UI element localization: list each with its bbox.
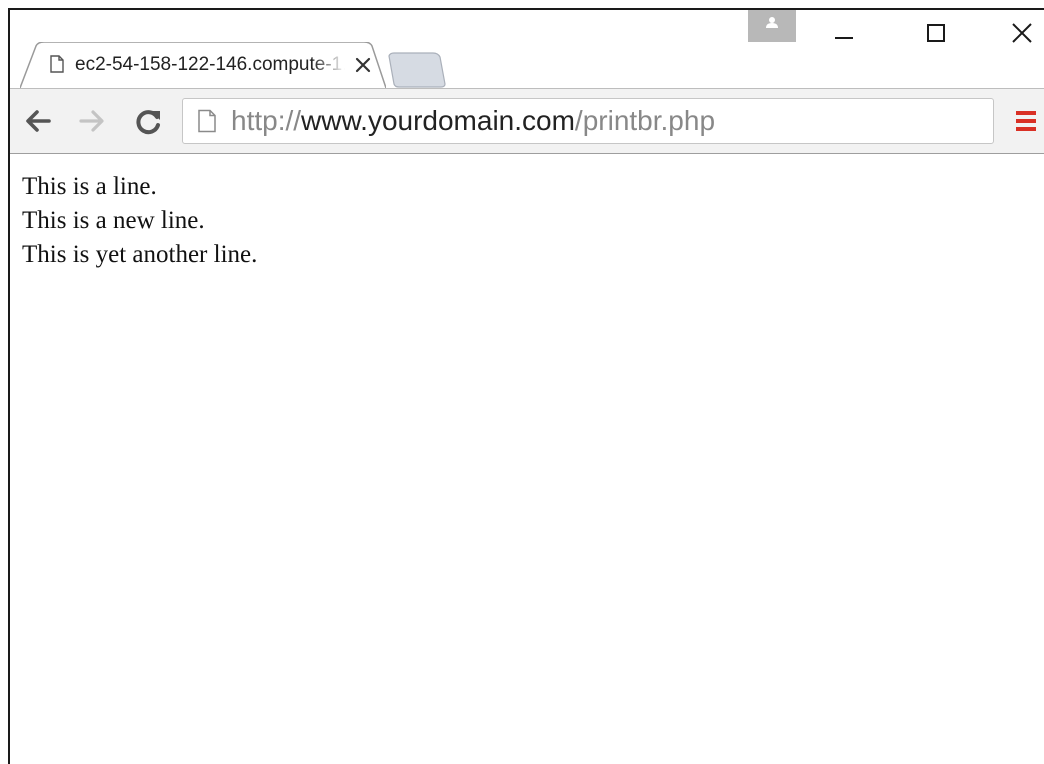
url-host: www.yourdomain.com [301, 105, 575, 136]
browser-toolbar: http://www.yourdomain.com/printbr.php [10, 88, 1044, 154]
page-content: This is a line. This is a new line. This… [10, 154, 1044, 764]
page-icon [50, 55, 64, 73]
back-arrow-icon [26, 110, 51, 132]
forward-arrow-icon [79, 110, 104, 132]
page-line-3: This is yet another line. [22, 241, 258, 268]
browser-window: ec2-54-158-122-146.compute-1.amazonaws.c… [8, 8, 1044, 764]
maximize-icon [927, 24, 945, 42]
tab-title: ec2-54-158-122-146.compute-1.amazonaws.c… [75, 54, 345, 75]
back-button[interactable] [22, 105, 54, 137]
page-line-2: This is a new line. [22, 207, 205, 234]
reload-icon [136, 110, 160, 135]
close-icon[interactable] [354, 56, 372, 74]
new-tab-button[interactable] [385, 52, 449, 88]
maximize-button[interactable] [914, 16, 958, 50]
window-close-icon [1012, 23, 1032, 43]
address-bar[interactable]: http://www.yourdomain.com/printbr.php [182, 98, 994, 144]
url-scheme: http:// [231, 105, 302, 136]
reload-button[interactable] [132, 105, 164, 137]
title-bar: ec2-54-158-122-146.compute-1.amazonaws.c… [10, 10, 1044, 88]
hamburger-menu-icon [1016, 111, 1036, 131]
page-icon [197, 109, 217, 133]
url-text[interactable]: http://www.yourdomain.com/printbr.php [231, 106, 715, 136]
forward-button[interactable] [76, 105, 108, 137]
window-close-button[interactable] [1000, 16, 1044, 50]
browser-tab[interactable]: ec2-54-158-122-146.compute-1.amazonaws.c… [20, 42, 386, 88]
profile-icon [766, 17, 778, 28]
menu-button[interactable] [1010, 107, 1040, 137]
minimize-button[interactable] [822, 16, 866, 50]
page-line-1: This is a line. [22, 173, 157, 200]
url-path: /printbr.php [574, 105, 716, 136]
minimize-icon [835, 37, 853, 39]
profile-button[interactable] [748, 10, 796, 42]
